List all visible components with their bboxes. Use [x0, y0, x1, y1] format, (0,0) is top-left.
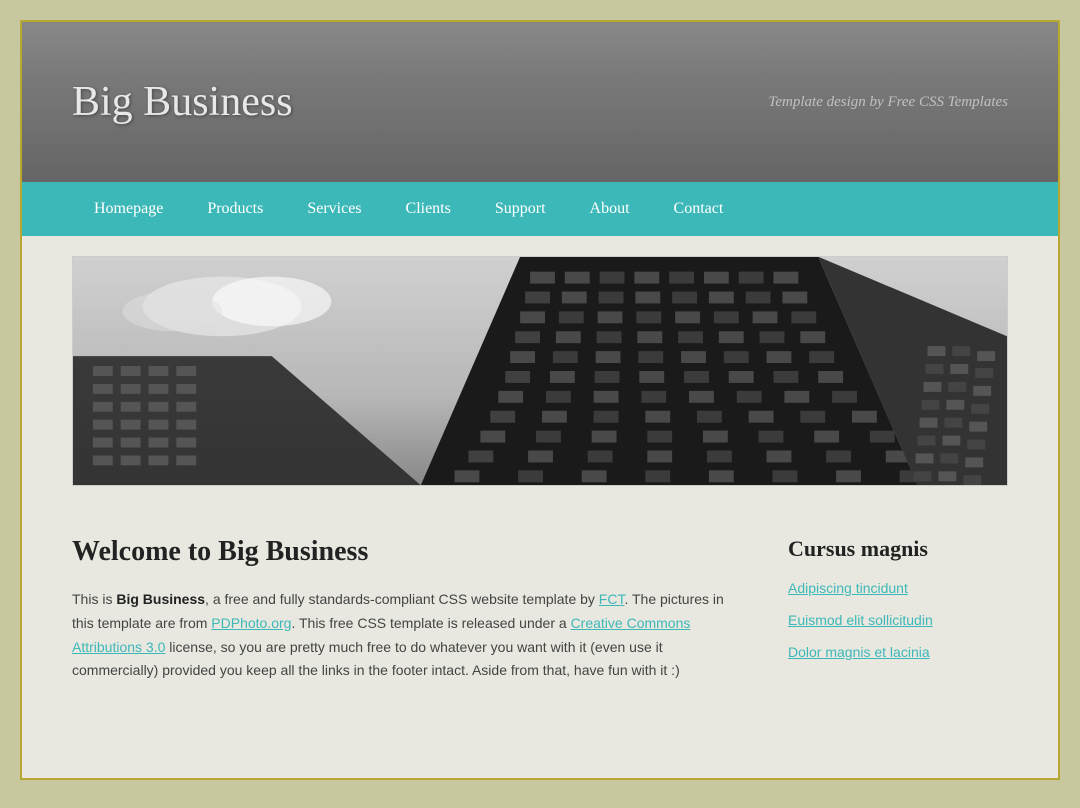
intro-paragraph: This is Big Business, a free and fully s… [72, 588, 748, 683]
sidebar-link-item-3[interactable]: Dolor magnis et lacinia [788, 644, 1008, 662]
nav-item-about[interactable]: About [568, 182, 652, 236]
hero-image [72, 256, 1008, 486]
nav-link-services[interactable]: Services [285, 182, 383, 236]
nav-item-support[interactable]: Support [473, 182, 568, 236]
nav-item-products[interactable]: Products [185, 182, 285, 236]
nav-link-contact[interactable]: Contact [652, 182, 746, 236]
nav-item-services[interactable]: Services [285, 182, 383, 236]
fct-link[interactable]: FCT [599, 591, 625, 607]
intro-bold: Big Business [116, 591, 205, 607]
sidebar-link-1[interactable]: Adipiscing tincidunt [788, 580, 908, 596]
main-content: Welcome to Big Business This is Big Busi… [22, 506, 1058, 713]
nav-item-homepage[interactable]: Homepage [72, 182, 185, 236]
sidebar-link-3[interactable]: Dolor magnis et lacinia [788, 644, 930, 660]
sidebar-link-item-2[interactable]: Euismod elit sollicitudin [788, 612, 1008, 630]
pdphoto-link[interactable]: PDPhoto.org [211, 615, 291, 631]
nav-link-products[interactable]: Products [185, 182, 285, 236]
sidebar-link-item-1[interactable]: Adipiscing tincidunt [788, 580, 1008, 598]
nav-list: Homepage Products Services Clients Suppo… [72, 182, 1008, 236]
site-header: Big Business Template design by Free CSS… [22, 22, 1058, 182]
nav-link-homepage[interactable]: Homepage [72, 182, 185, 236]
sidebar-link-2[interactable]: Euismod elit sollicitudin [788, 612, 933, 628]
page-wrapper: Big Business Template design by Free CSS… [20, 20, 1060, 780]
sidebar-heading: Cursus magnis [788, 536, 1008, 562]
main-navigation: Homepage Products Services Clients Suppo… [22, 182, 1058, 236]
main-heading: Welcome to Big Business [72, 536, 748, 568]
nav-item-clients[interactable]: Clients [384, 182, 473, 236]
nav-link-clients[interactable]: Clients [384, 182, 473, 236]
site-tagline: Template design by Free CSS Templates [768, 94, 1008, 111]
content-sidebar: Cursus magnis Adipiscing tincidunt Euism… [788, 536, 1008, 683]
content-primary: Welcome to Big Business This is Big Busi… [72, 536, 748, 683]
nav-link-about[interactable]: About [568, 182, 652, 236]
intro-text-2: , a free and fully standards-compliant C… [205, 591, 599, 607]
site-title: Big Business [72, 78, 293, 126]
hero-section [22, 236, 1058, 506]
intro-text-1: This is [72, 591, 116, 607]
sidebar-links-list: Adipiscing tincidunt Euismod elit sollic… [788, 580, 1008, 662]
nav-item-contact[interactable]: Contact [652, 182, 746, 236]
intro-text-4: . This free CSS template is released und… [291, 615, 570, 631]
nav-link-support[interactable]: Support [473, 182, 568, 236]
